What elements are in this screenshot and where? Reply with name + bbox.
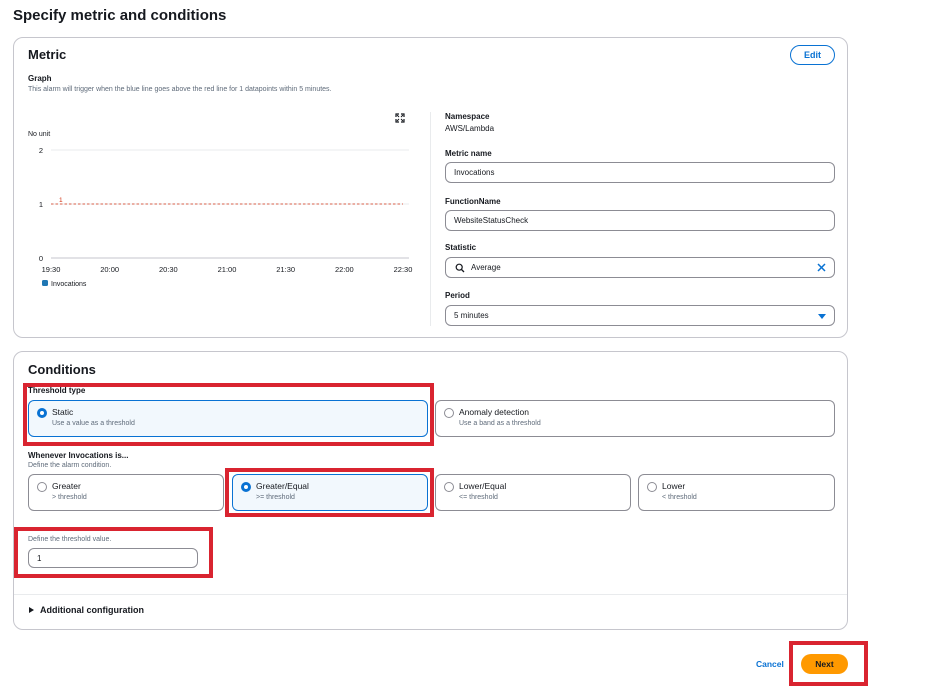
metric-name-label: Metric name xyxy=(445,149,492,158)
metric-name-value: Invocations xyxy=(454,168,495,177)
radio-button[interactable] xyxy=(647,482,657,492)
highlight-threshold-value xyxy=(14,527,213,578)
cancel-button[interactable]: Cancel xyxy=(756,659,784,669)
card-description: < threshold xyxy=(662,494,697,501)
panel-divider xyxy=(430,112,431,326)
whenever-description: Define the alarm condition. xyxy=(28,462,112,469)
card-description: > threshold xyxy=(52,494,87,501)
statistic-field[interactable]: Average xyxy=(445,257,835,278)
card-title: Anomaly detection xyxy=(459,407,529,417)
y-tick-label: 1 xyxy=(39,200,43,209)
caret-down-icon xyxy=(818,314,826,319)
radio-button[interactable] xyxy=(444,408,454,418)
card-description: Use a band as a threshold xyxy=(459,420,541,427)
namespace-label: Namespace xyxy=(445,112,490,121)
edit-button[interactable]: Edit xyxy=(790,45,835,65)
y-tick-label: 2 xyxy=(39,146,43,155)
metric-graph: No unit 0 1 2 19:30 20:00 20:30 21:00 21:30 22:00… xyxy=(28,131,413,288)
additional-configuration-toggle[interactable]: Additional configuration xyxy=(29,605,144,615)
highlight-greater-equal xyxy=(225,468,434,517)
period-select[interactable]: 5 minutes xyxy=(445,305,835,326)
card-title: Lower/Equal xyxy=(459,481,507,491)
legend-entry: Invocations xyxy=(51,281,87,288)
card-description: <= threshold xyxy=(459,494,498,501)
metric-name-field[interactable]: Invocations xyxy=(445,162,835,183)
function-name-value: WebsiteStatusCheck xyxy=(454,216,529,225)
namespace-value: AWS/Lambda xyxy=(445,124,495,133)
operator-lower-equal[interactable]: Lower/Equal <= threshold xyxy=(435,474,631,511)
operator-lower[interactable]: Lower < threshold xyxy=(638,474,835,511)
x-tick-label: 20:30 xyxy=(159,265,178,274)
period-label: Period xyxy=(445,291,470,300)
threshold-type-anomaly[interactable]: Anomaly detection Use a band as a thresh… xyxy=(435,400,835,437)
legend-swatch xyxy=(42,280,48,286)
x-tick-label: 20:00 xyxy=(100,265,119,274)
additional-configuration-label: Additional configuration xyxy=(40,605,144,615)
radio-button[interactable] xyxy=(444,482,454,492)
metric-panel: Metric Edit Graph This alarm will trigge… xyxy=(13,37,848,338)
highlight-threshold-type xyxy=(23,383,434,446)
card-title: Greater xyxy=(52,481,81,491)
search-icon xyxy=(455,263,465,272)
caret-right-icon xyxy=(29,607,34,613)
y-axis-label: No unit xyxy=(28,131,50,138)
whenever-label: Whenever Invocations is... xyxy=(28,451,129,460)
statistic-value: Average xyxy=(471,263,501,272)
function-name-field[interactable]: WebsiteStatusCheck xyxy=(445,210,835,231)
x-tick-label: 22:30 xyxy=(394,265,413,274)
conditions-panel-title: Conditions xyxy=(28,362,96,377)
card-title: Lower xyxy=(662,481,686,491)
x-tick-label: 22:00 xyxy=(335,265,354,274)
period-value: 5 minutes xyxy=(454,311,489,320)
section-divider xyxy=(14,594,847,595)
threshold-label: 1 xyxy=(59,197,63,204)
x-tick-label: 19:30 xyxy=(42,265,61,274)
clear-icon[interactable] xyxy=(816,262,827,273)
page-title: Specify metric and conditions xyxy=(13,7,227,24)
next-button[interactable]: Next xyxy=(801,654,848,674)
y-tick-label: 0 xyxy=(39,254,43,263)
operator-greater[interactable]: Greater > threshold xyxy=(28,474,224,511)
radio-button[interactable] xyxy=(37,482,47,492)
x-tick-label: 21:00 xyxy=(218,265,237,274)
x-tick-label: 21:30 xyxy=(276,265,295,274)
function-name-label: FunctionName xyxy=(445,197,501,206)
statistic-label: Statistic xyxy=(445,243,477,252)
